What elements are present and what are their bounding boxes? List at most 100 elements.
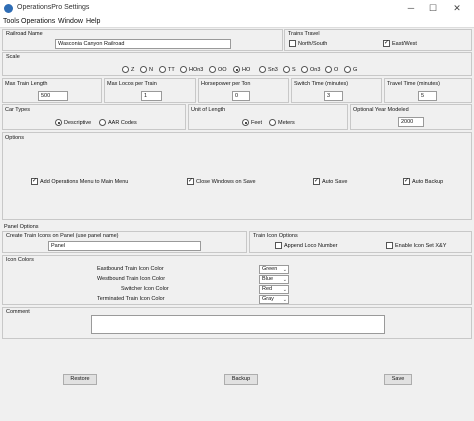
window-title: OperationsPro Settings [17, 4, 90, 11]
max-train-length-label: Max Train Length [5, 81, 48, 87]
aar-codes-radio[interactable] [99, 119, 106, 126]
unit-length-panel: Unit of Length Feet Meters [188, 104, 348, 130]
max-locos-input[interactable]: 1 [141, 91, 162, 101]
auto-save-label: Auto Save [322, 179, 348, 185]
save-button[interactable]: Save [384, 374, 412, 385]
hp-per-ton-input[interactable]: 0 [232, 91, 250, 101]
chevron-down-icon: ⌄ [282, 287, 287, 293]
enable-icon-xy-checkbox[interactable] [386, 242, 393, 249]
scale-radio-sn3[interactable] [259, 66, 266, 73]
panel-options-label: Panel Options [4, 224, 39, 230]
auto-save-checkbox[interactable]: ✓ [313, 178, 320, 185]
backup-button[interactable]: Backup [224, 374, 258, 385]
scale-label-g: G [353, 67, 358, 73]
travel-time-panel: Travel Time (minutes) 5 [384, 78, 472, 103]
trains-travel-panel: Trains Travel North/South ✓ East/West [284, 29, 472, 51]
car-types-panel: Car Types Descriptive AAR Codes [2, 104, 186, 130]
scale-radio-s[interactable] [283, 66, 290, 73]
meters-radio[interactable] [269, 119, 276, 126]
create-train-icons-panel: Create Train Icons on Panel (use panel n… [2, 231, 247, 253]
scale-label-on3: On3 [310, 67, 321, 73]
scale-radio-g[interactable] [344, 66, 351, 73]
max-locos-label: Max Locos per Train [107, 81, 157, 87]
scale-radio-oo[interactable] [209, 66, 216, 73]
title-bar: OperationsPro Settings ─ ☐ ✕ [0, 0, 474, 17]
scale-radio-tt[interactable] [159, 66, 166, 73]
scale-label-sn3: Sn3 [268, 67, 278, 73]
scale-label: Scale [6, 54, 20, 60]
switcher-color-label: Switcher Icon Color [121, 286, 169, 292]
hp-per-ton-panel: Horsepower per Ton 0 [198, 78, 289, 103]
scale-label-o: O [334, 67, 339, 73]
terminated-color-select[interactable]: Gray ⌄ [259, 295, 289, 304]
scale-label-s: S [292, 67, 296, 73]
panel-name-input[interactable]: Panel [48, 241, 201, 251]
max-train-length-panel: Max Train Length 500 [2, 78, 102, 103]
minimize-button[interactable]: ─ [404, 2, 418, 14]
chevron-down-icon: ⌄ [282, 277, 287, 283]
menu-tools[interactable]: Tools [3, 18, 19, 25]
menu-operations[interactable]: Operations [21, 18, 55, 25]
menu-help[interactable]: Help [86, 18, 100, 25]
eastbound-color-select[interactable]: Green ⌄ [259, 265, 289, 274]
close-windows-checkbox[interactable]: ✓ [187, 178, 194, 185]
switch-time-input[interactable]: 3 [324, 91, 343, 101]
max-train-length-input[interactable]: 500 [38, 91, 68, 101]
scale-radio-o[interactable] [325, 66, 332, 73]
train-icon-options-label: Train Icon Options [253, 233, 298, 239]
north-south-label: North/South [298, 41, 328, 47]
aar-codes-label: AAR Codes [108, 120, 137, 126]
optional-year-panel: Optional Year Modeled 2000 [350, 104, 472, 130]
menu-window[interactable]: Window [58, 18, 83, 25]
comment-textarea[interactable] [91, 315, 385, 334]
scale-radio-hon3[interactable] [180, 66, 187, 73]
close-button[interactable]: ✕ [450, 2, 464, 14]
railroad-name-label: Railroad Name [6, 31, 43, 37]
comment-label: Comment [6, 309, 30, 315]
scale-radio-on3[interactable] [301, 66, 308, 73]
scale-label-oo: OO [218, 67, 227, 73]
westbound-color-select[interactable]: Blue ⌄ [259, 275, 289, 284]
append-loco-label: Append Loco Number [284, 243, 338, 249]
meters-label: Meters [278, 120, 295, 126]
maximize-button[interactable]: ☐ [426, 2, 440, 14]
optional-year-input[interactable]: 2000 [398, 117, 424, 127]
enable-icon-xy-label: Enable Icon Set X&Y [395, 243, 447, 249]
east-west-label: East/West [392, 41, 417, 47]
scale-radio-ho[interactable] [233, 66, 240, 73]
add-operations-menu-checkbox[interactable]: ✓ [31, 178, 38, 185]
railroad-name-input[interactable]: Wasconia Canyon Railroad [55, 39, 231, 49]
westbound-color-label: Westbound Train Icon Color [97, 276, 166, 282]
terminated-color-label: Terminated Train Icon Color [97, 296, 165, 302]
scale-label-ho: HO [242, 67, 251, 73]
hp-per-ton-label: Horsepower per Ton [201, 81, 251, 87]
append-loco-checkbox[interactable] [275, 242, 282, 249]
east-west-checkbox[interactable]: ✓ [383, 40, 390, 47]
optional-year-label: Optional Year Modeled [353, 107, 409, 113]
scale-label-n: N [149, 67, 153, 73]
scale-panel: Scale Z N TT HOn3 OO HO Sn3 S On3 O G [2, 52, 472, 76]
descriptive-radio[interactable] [55, 119, 62, 126]
chevron-down-icon: ⌄ [282, 267, 287, 273]
max-locos-panel: Max Locos per Train 1 [104, 78, 196, 103]
comment-panel: Comment [2, 307, 472, 339]
auto-backup-label: Auto Backup [412, 179, 444, 185]
feet-label: Feet [251, 120, 263, 126]
options-panel: Options ✓ Add Operations Menu to Main Me… [2, 132, 472, 220]
restore-button[interactable]: Restore [63, 374, 97, 385]
icon-colors-label: Icon Colors [6, 257, 34, 263]
create-train-icons-label: Create Train Icons on Panel (use panel n… [6, 233, 119, 239]
icon-colors-panel: Icon Colors Eastbound Train Icon Color G… [2, 255, 472, 305]
north-south-checkbox[interactable] [289, 40, 296, 47]
auto-backup-checkbox[interactable]: ✓ [403, 178, 410, 185]
switch-time-label: Switch Time (minutes) [294, 81, 349, 87]
switcher-color-select[interactable]: Red ⌄ [259, 285, 289, 294]
options-label: Options [5, 135, 24, 141]
trains-travel-label: Trains Travel [288, 31, 320, 37]
scale-radio-n[interactable] [140, 66, 147, 73]
descriptive-label: Descriptive [64, 120, 92, 126]
app-icon [4, 4, 13, 13]
travel-time-input[interactable]: 5 [418, 91, 437, 101]
feet-radio[interactable] [242, 119, 249, 126]
scale-radio-z[interactable] [122, 66, 129, 73]
